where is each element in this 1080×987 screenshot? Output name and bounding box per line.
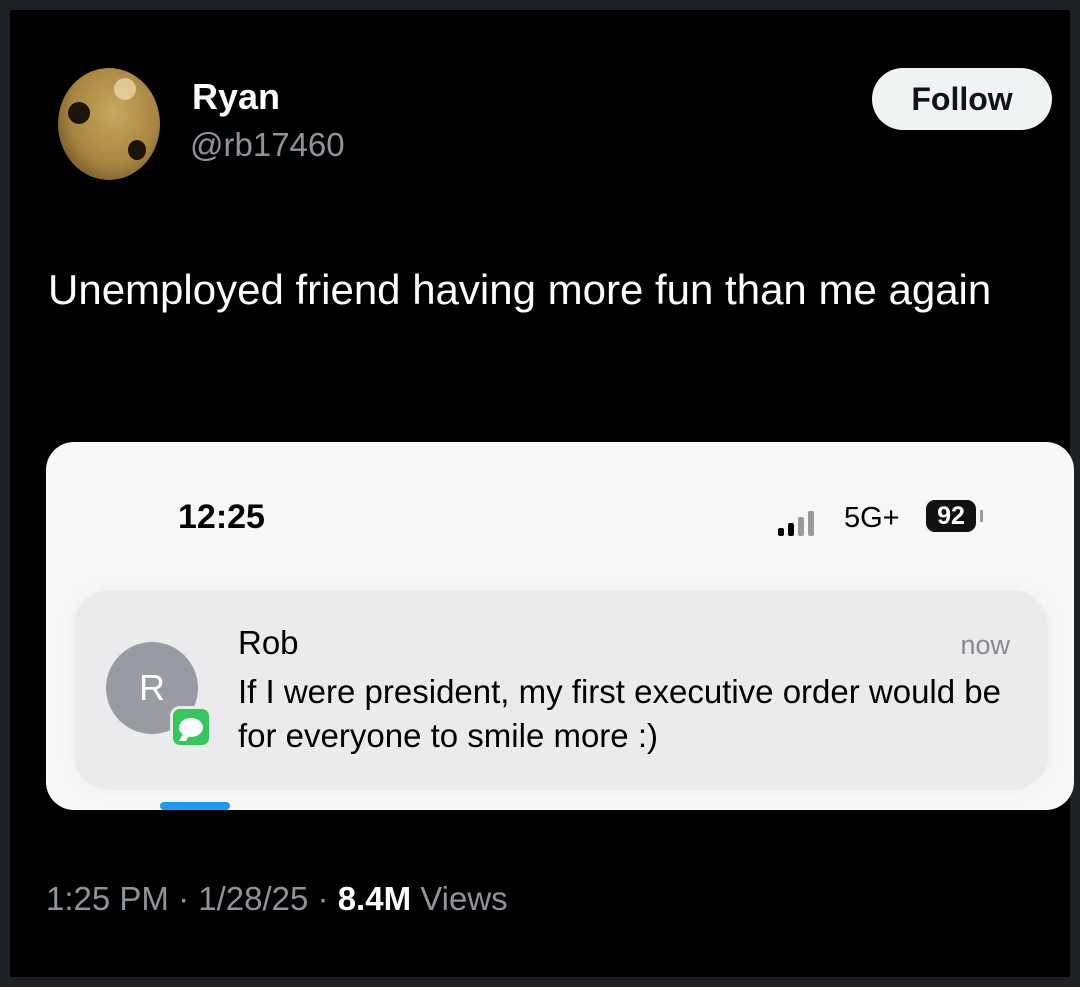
attached-screenshot[interactable]: 12:25 5G+ 92 R Rob now If I were preside…	[46, 442, 1074, 810]
views-count[interactable]: 8.4M	[338, 880, 411, 917]
display-name[interactable]: Ryan	[192, 76, 280, 118]
avatar-spot	[68, 102, 90, 124]
cellular-signal-icon	[778, 510, 824, 536]
tweet-metadata: 1:25 PM · 1/28/25 · 8.4M Views	[46, 880, 508, 918]
messages-app-icon	[170, 706, 212, 748]
views-label[interactable]: Views	[420, 880, 507, 917]
battery-level: 92	[937, 501, 965, 530]
user-handle[interactable]: @rb17460	[190, 126, 345, 164]
avatar-spot	[128, 140, 146, 160]
message-notification: R Rob now If I were president, my first …	[74, 590, 1048, 790]
notification-sender: Rob	[238, 624, 299, 661]
meta-separator: ·	[178, 880, 190, 917]
notification-time: now	[960, 630, 1010, 660]
status-bar-time: 12:25	[178, 498, 265, 536]
avatar-highlight	[114, 78, 136, 100]
tweet-date[interactable]: 1/28/25	[198, 880, 308, 917]
contact-initial: R	[139, 667, 165, 708]
network-type: 5G+	[844, 502, 900, 534]
meta-separator: ·	[317, 880, 329, 917]
battery-icon: 92	[926, 500, 976, 532]
tweet-frame: Ryan @rb17460 Follow Unemployed friend h…	[10, 10, 1074, 977]
notification-message: If I were president, my first executive …	[238, 673, 1001, 754]
follow-button[interactable]: Follow	[872, 68, 1052, 130]
tweet-text: Unemployed friend having more fun than m…	[48, 266, 992, 313]
tweet-time[interactable]: 1:25 PM	[46, 880, 169, 917]
battery-cap	[980, 510, 983, 522]
user-avatar[interactable]	[58, 68, 160, 180]
media-indicator-bar	[160, 802, 230, 810]
